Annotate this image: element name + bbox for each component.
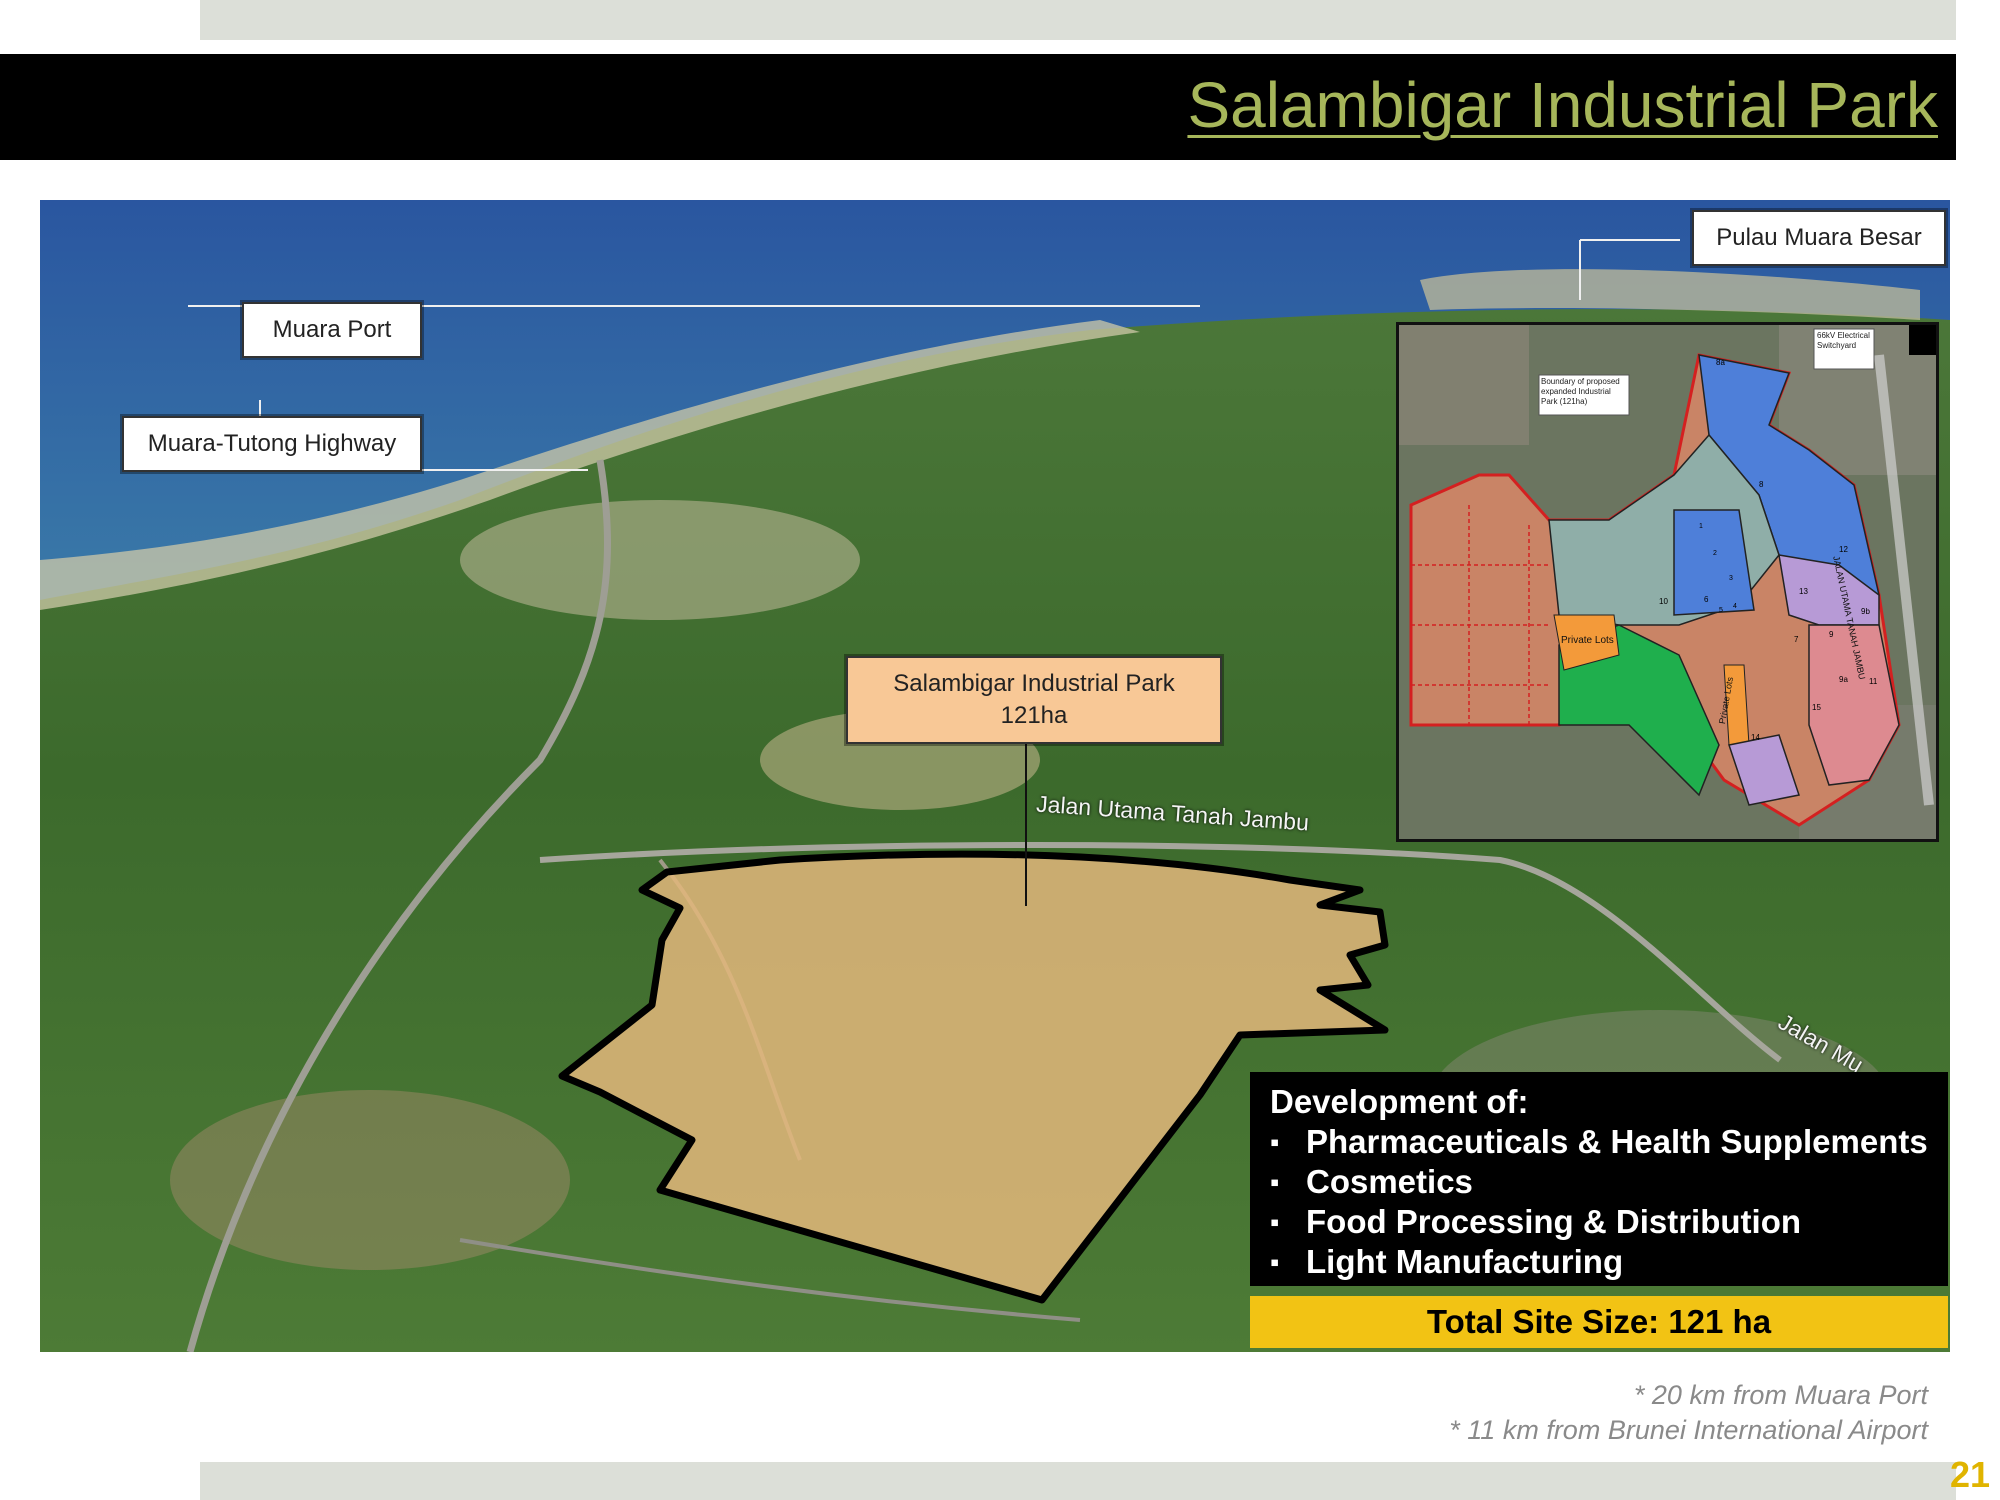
- inset-lot-label: 5: [1719, 607, 1723, 614]
- inset-lot-label: 8a: [1716, 358, 1725, 367]
- inset-lot-label: 12: [1839, 545, 1848, 554]
- inset-lot-label: 3: [1729, 575, 1733, 582]
- inset-lot-label: 14: [1751, 733, 1760, 742]
- note-airport-distance: * 11 km from Brunei International Airpor…: [1449, 1415, 1928, 1445]
- callout-park-name: Salambigar Industrial Park: [893, 670, 1175, 697]
- inset-boundary-note: Boundary of proposed expanded Industrial…: [1541, 377, 1620, 406]
- development-list: Pharmaceuticals & Health Supplements Cos…: [1270, 1122, 1948, 1282]
- inset-switchyard-label: 66kV Electrical Switchyard: [1817, 331, 1870, 350]
- callout-park-area: 121ha: [1000, 702, 1068, 729]
- callout-pulau-text: Pulau Muara Besar: [1716, 224, 1922, 251]
- inset-lot-label: 11: [1869, 677, 1878, 686]
- inset-lot-label: 13: [1799, 587, 1808, 596]
- total-site-size: Total Site Size: 121 ha: [1250, 1296, 1948, 1348]
- callout-muara-port-text: Muara Port: [272, 316, 392, 343]
- development-box: Development of: Pharmaceuticals & Health…: [1250, 1072, 1948, 1286]
- development-item: Food Processing & Distribution: [1270, 1202, 1948, 1242]
- top-decor-bar: [200, 0, 1956, 40]
- inset-lot-label: 9: [1829, 630, 1834, 639]
- site-plan-graphic: [1399, 325, 1936, 839]
- inset-lot-label: 7: [1794, 635, 1799, 644]
- callout-highway: Muara-Tutong Highway: [122, 416, 422, 472]
- inset-lot-label: 1: [1699, 523, 1703, 530]
- slide-title: Salambigar Industrial Park: [1187, 69, 1938, 141]
- residential-area: [170, 1090, 570, 1270]
- development-heading: Development of:: [1270, 1083, 1529, 1120]
- inset-lot-label: 2: [1713, 550, 1717, 557]
- page-number: 21: [1949, 1454, 1990, 1495]
- callout-pulau-muara-besar: Pulau Muara Besar: [1692, 210, 1946, 266]
- development-item: Cosmetics: [1270, 1162, 1948, 1202]
- inset-lot-label: 15: [1812, 703, 1821, 712]
- inset-lot-label: 4: [1733, 603, 1737, 610]
- cleared-land-1: [460, 500, 860, 620]
- site-plan-inset: Boundary of proposed expanded Industrial…: [1396, 322, 1939, 842]
- callout-muara-port: Muara Port: [242, 302, 422, 358]
- callout-park: Salambigar Industrial Park 121ha: [846, 656, 1222, 744]
- inset-lot-label: 6: [1704, 595, 1709, 604]
- note-muara-port-distance: * 20 km from Muara Port: [1633, 1380, 1928, 1410]
- inset-lot-label: 10: [1659, 597, 1668, 606]
- development-item: Pharmaceuticals & Health Supplements: [1270, 1122, 1948, 1162]
- inset-private-lots-1: Private Lots: [1561, 635, 1614, 646]
- bottom-decor-bar: [200, 1462, 1956, 1500]
- inset-lot-label: 9a: [1839, 675, 1848, 684]
- development-item: Light Manufacturing: [1270, 1242, 1948, 1282]
- title-bar: Salambigar Industrial Park: [0, 54, 1956, 160]
- inset-lot-label: 9b: [1861, 607, 1870, 616]
- inset-lot-label: 8: [1759, 480, 1764, 489]
- callout-highway-text: Muara-Tutong Highway: [147, 430, 397, 457]
